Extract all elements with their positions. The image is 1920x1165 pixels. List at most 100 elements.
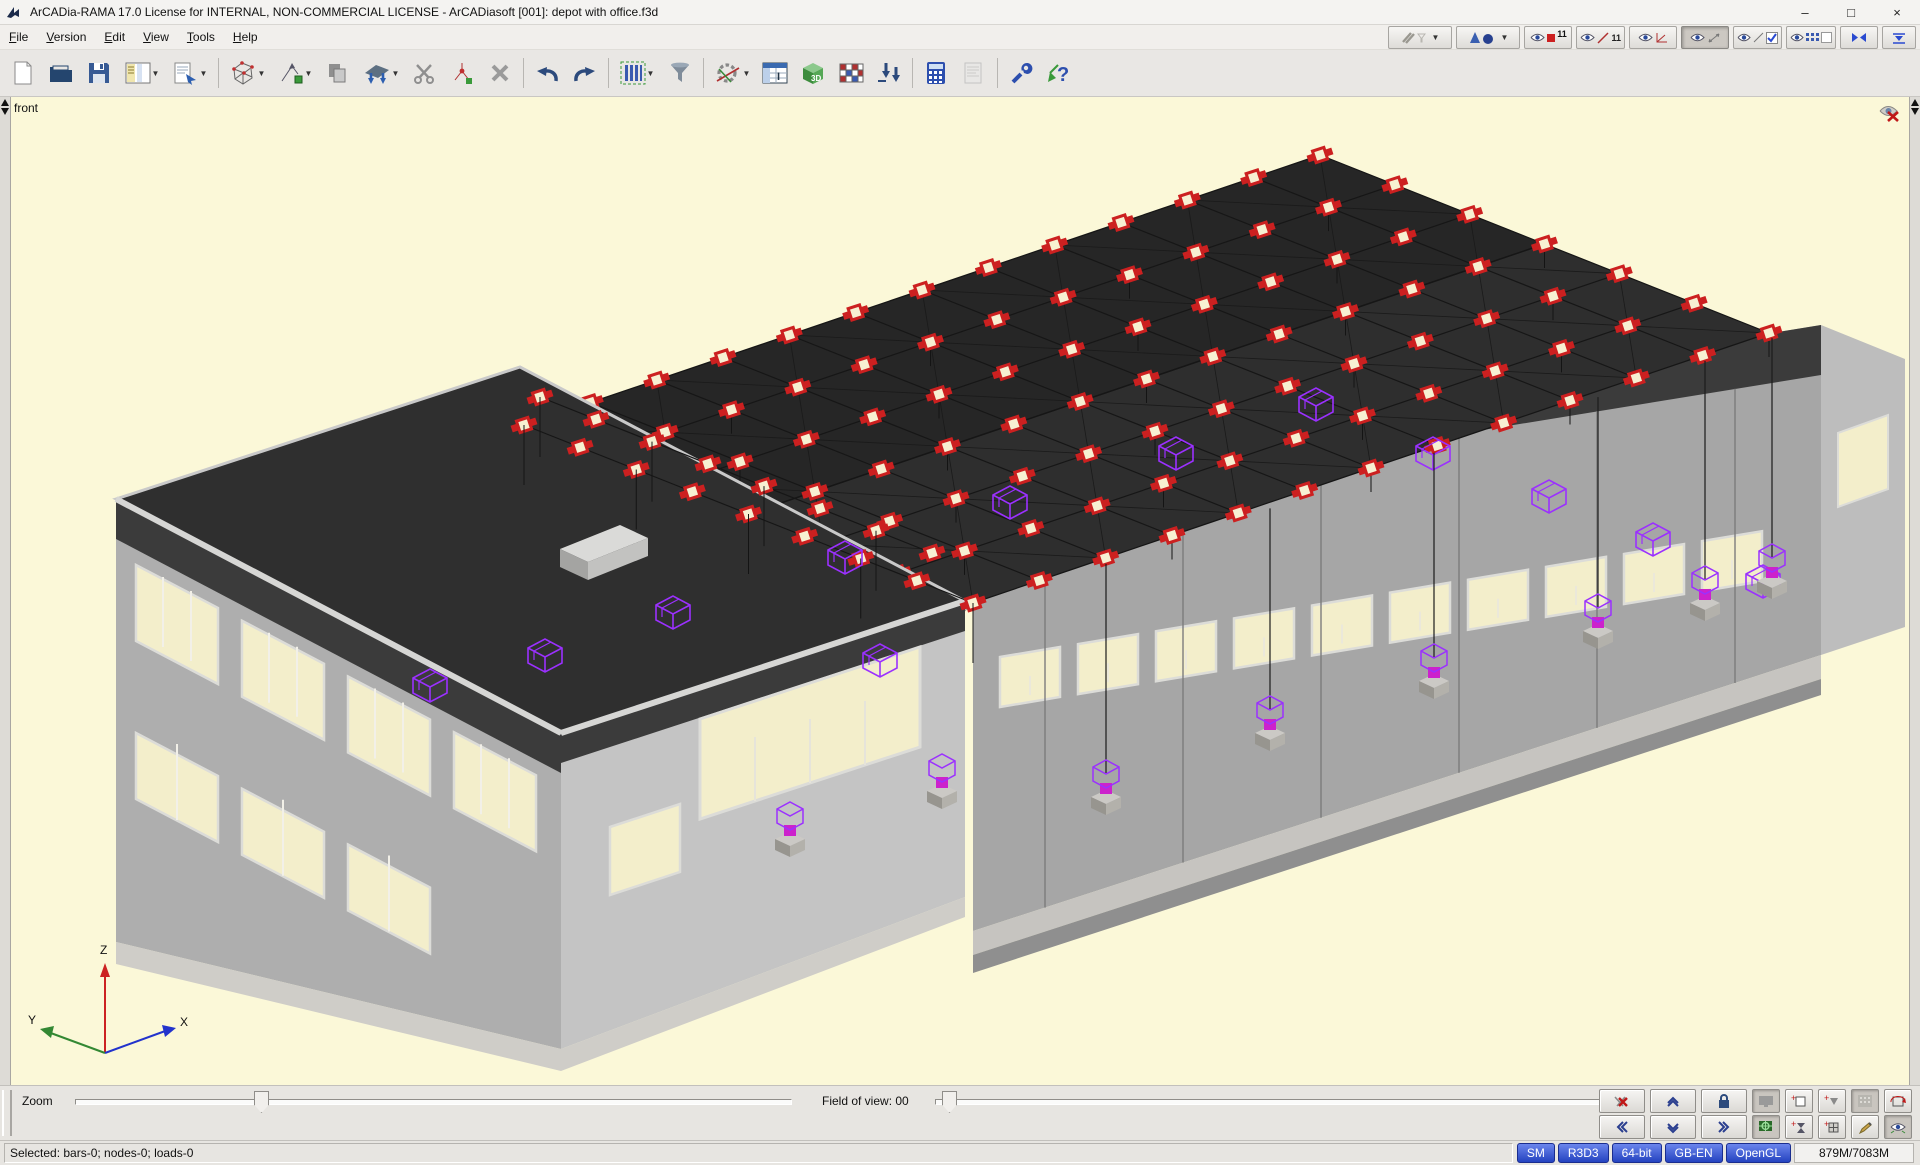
redo-arrow-icon (572, 62, 598, 84)
status-badge-sm[interactable]: SM (1517, 1143, 1555, 1163)
mesh-view-button[interactable] (832, 53, 870, 93)
roof-arrows-icon (363, 61, 391, 85)
frame-3d-button[interactable]: ▼ (223, 53, 271, 93)
selection-status: Selected: bars-0; nodes-0; loads-0 (4, 1143, 1513, 1163)
rotate-view-button[interactable] (1884, 1089, 1912, 1113)
menu-file[interactable]: File (0, 26, 37, 48)
minimize-button[interactable]: – (1782, 0, 1828, 24)
status-badge-r3d3[interactable]: R3D3 (1558, 1143, 1609, 1163)
filter-button[interactable] (661, 53, 699, 93)
svg-text:+: + (1791, 1120, 1796, 1129)
toggle-bar-numbers[interactable]: 11 (1576, 26, 1625, 49)
zoom-slider-thumb[interactable] (254, 1091, 269, 1113)
view-3d-button[interactable]: 3D (794, 53, 832, 93)
eye-arrows-icon (1890, 1121, 1906, 1134)
context-help-button[interactable]: ? (1040, 53, 1078, 93)
toggle-supports[interactable] (1629, 26, 1677, 49)
model-canvas[interactable] (0, 97, 1920, 1085)
viewport-splitter-left[interactable] (0, 97, 11, 1085)
new-file-button[interactable] (4, 53, 42, 93)
delete-button[interactable] (481, 53, 519, 93)
full-model-view-button[interactable] (1752, 1089, 1780, 1113)
lock-view-button[interactable] (1701, 1089, 1747, 1113)
project-manager-button[interactable]: ▼ (118, 53, 166, 93)
copy-button[interactable] (319, 53, 357, 93)
plus-grid-icon: + (1824, 1120, 1840, 1134)
plus-square-icon: + (1791, 1094, 1807, 1108)
report-button[interactable]: ▼ (166, 53, 214, 93)
model-viewport[interactable]: front Z Y X (0, 97, 1920, 1085)
undo-arrow-icon (534, 62, 560, 84)
open-file-button[interactable] (42, 53, 80, 93)
plus-triangle-icon: + (1824, 1094, 1840, 1108)
collapse-panel-button[interactable] (1882, 26, 1916, 49)
cube-3d-icon: 3D (799, 60, 827, 86)
status-badge-64bit[interactable]: 64-bit (1612, 1143, 1662, 1163)
toggle-loads[interactable] (1733, 26, 1782, 49)
zoom-out-button[interactable]: + (1818, 1089, 1846, 1113)
toolbar-grip[interactable] (2, 1090, 12, 1136)
memory-usage: 879M/7083M (1794, 1143, 1914, 1163)
eye-icon (1690, 32, 1705, 43)
print-report-button[interactable] (955, 53, 993, 93)
pan-right-button[interactable] (1701, 1115, 1747, 1139)
status-badge-opengl[interactable]: OpenGL (1726, 1143, 1791, 1163)
svg-text:3D: 3D (811, 74, 821, 83)
cut-button[interactable] (405, 53, 443, 93)
hide-view-icon[interactable] (1878, 103, 1904, 123)
toggle-mesh[interactable] (1786, 26, 1836, 49)
menu-version[interactable]: Version (37, 26, 95, 48)
menu-tools[interactable]: Tools (178, 26, 224, 48)
menu-help[interactable]: Help (224, 26, 267, 48)
paste-node-button[interactable] (443, 53, 481, 93)
project-manager-icon (125, 61, 151, 85)
main-toolbar: ▼ ▼ ▼ ▼ ▼ ▼ ▼ I 3D ? (0, 50, 1920, 97)
pan-up-button[interactable] (1650, 1089, 1696, 1113)
mirror-view-button[interactable] (1840, 26, 1878, 49)
fov-slider-thumb[interactable] (942, 1091, 957, 1113)
fov-slider[interactable] (935, 1099, 1622, 1105)
render-mode-combo[interactable]: ▼ (1388, 26, 1452, 49)
app-logo-icon (6, 5, 23, 20)
undo-button[interactable] (528, 53, 566, 93)
align-loads-button[interactable] (870, 53, 908, 93)
calculation-settings-button[interactable]: ▼ (708, 53, 756, 93)
viewport-splitter-right[interactable] (1909, 97, 1920, 1085)
zoom-selection-button[interactable]: + (1818, 1115, 1846, 1139)
display-bars-button[interactable]: ▼ (613, 53, 661, 93)
shading-combo[interactable]: ▼ (1456, 26, 1520, 49)
zoom-in-time-button[interactable]: + (1785, 1115, 1813, 1139)
axis-y-label: Y (28, 1013, 36, 1027)
checkbox-checked-icon (1766, 32, 1778, 44)
pan-down-button[interactable] (1650, 1115, 1696, 1139)
svg-text:+: + (1824, 1120, 1829, 1129)
roof-tools-button[interactable]: ▼ (357, 53, 405, 93)
add-node-button[interactable]: ▼ (271, 53, 319, 93)
toggle-node-numbers[interactable]: 11 (1524, 26, 1572, 49)
menu-edit[interactable]: Edit (95, 26, 134, 48)
results-table-button[interactable]: I (756, 53, 794, 93)
close-button[interactable]: × (1874, 0, 1920, 24)
draw-mode-button[interactable] (1851, 1115, 1879, 1139)
zoom-slider[interactable] (75, 1099, 792, 1105)
title-bar: ArCADia-RAMA 17.0 License for INTERNAL, … (0, 0, 1920, 25)
redo-button[interactable] (566, 53, 604, 93)
shade-mode-button[interactable] (1851, 1089, 1879, 1113)
pan-left-button[interactable] (1599, 1115, 1645, 1139)
eye-icon (1790, 32, 1804, 43)
status-badge-lang[interactable]: GB-EN (1665, 1143, 1723, 1163)
options-button[interactable] (1002, 53, 1040, 93)
fit-view-button[interactable] (1752, 1115, 1780, 1139)
zoom-window-button[interactable]: + (1785, 1089, 1813, 1113)
menu-view[interactable]: View (134, 26, 178, 48)
maximize-button[interactable]: □ (1828, 0, 1874, 24)
target-monitor-icon (1758, 1120, 1774, 1134)
axis-x-label: X (180, 1015, 188, 1029)
section-cut-button[interactable] (1599, 1089, 1645, 1113)
toggle-dimensions[interactable] (1681, 26, 1729, 49)
view-direction-button[interactable] (1884, 1115, 1912, 1139)
calculator-button[interactable] (917, 53, 955, 93)
save-button[interactable] (80, 53, 118, 93)
plus-hourglass-icon: + (1791, 1120, 1807, 1134)
cut-model-icon (1613, 1093, 1631, 1109)
